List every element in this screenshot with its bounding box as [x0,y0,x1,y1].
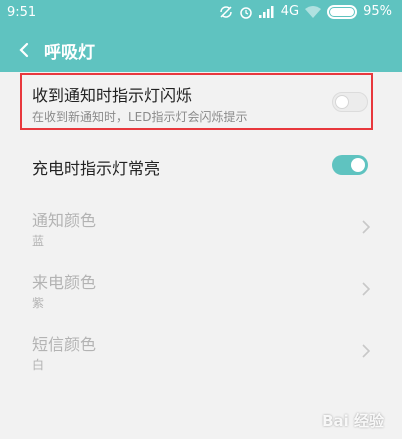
watermark: Bai 经验 [322,412,384,430]
rotation-icon [219,5,233,19]
setting-charging-light[interactable]: 充电时指示灯常亮 [0,144,402,184]
setting-title: 收到通知时指示灯闪烁 [32,86,193,105]
signal-icon [258,5,275,18]
chevron-left-icon [19,42,29,58]
chevron-right-icon [362,282,371,296]
setting-title: 来电颜色 [32,273,97,292]
battery-icon [327,4,358,19]
setting-subtitle: 在收到新通知时，LED指示灯会闪烁提示 [32,110,248,124]
setting-value: 蓝 [32,234,45,248]
setting-title: 充电时指示灯常亮 [32,159,161,178]
status-bar: 9:51 4G 95% [0,0,402,28]
chevron-right-icon [362,220,371,234]
chevron-right-icon [362,344,371,358]
setting-sms-color[interactable]: 短信颜色 白 [0,324,402,376]
setting-value: 白 [32,358,45,372]
setting-notification-color[interactable]: 通知颜色 蓝 [0,200,402,252]
status-time: 9:51 [7,5,37,20]
setting-value: 紫 [32,296,45,310]
setting-call-color[interactable]: 来电颜色 紫 [0,262,402,314]
back-button[interactable] [6,34,42,66]
page-title: 呼吸灯 [44,42,95,63]
battery-percent: 95% [363,4,392,19]
notify-blink-toggle[interactable] [332,92,368,112]
setting-title: 短信颜色 [32,335,97,354]
app-header: 9:51 4G 95% 呼吸灯 [0,0,402,72]
wifi-icon [305,5,322,18]
title-row: 呼吸灯 [0,34,95,66]
setting-title: 通知颜色 [32,211,97,230]
settings-list: 收到通知时指示灯闪烁 在收到新通知时，LED指示灯会闪烁提示 充电时指示灯常亮 … [0,72,402,439]
status-icons: 4G 95% [219,4,392,19]
charging-light-toggle[interactable] [332,155,368,175]
setting-notify-blink[interactable]: 收到通知时指示灯闪烁 在收到新通知时，LED指示灯会闪烁提示 [0,72,402,132]
alarm-icon [239,5,253,19]
network-type: 4G [280,4,300,19]
